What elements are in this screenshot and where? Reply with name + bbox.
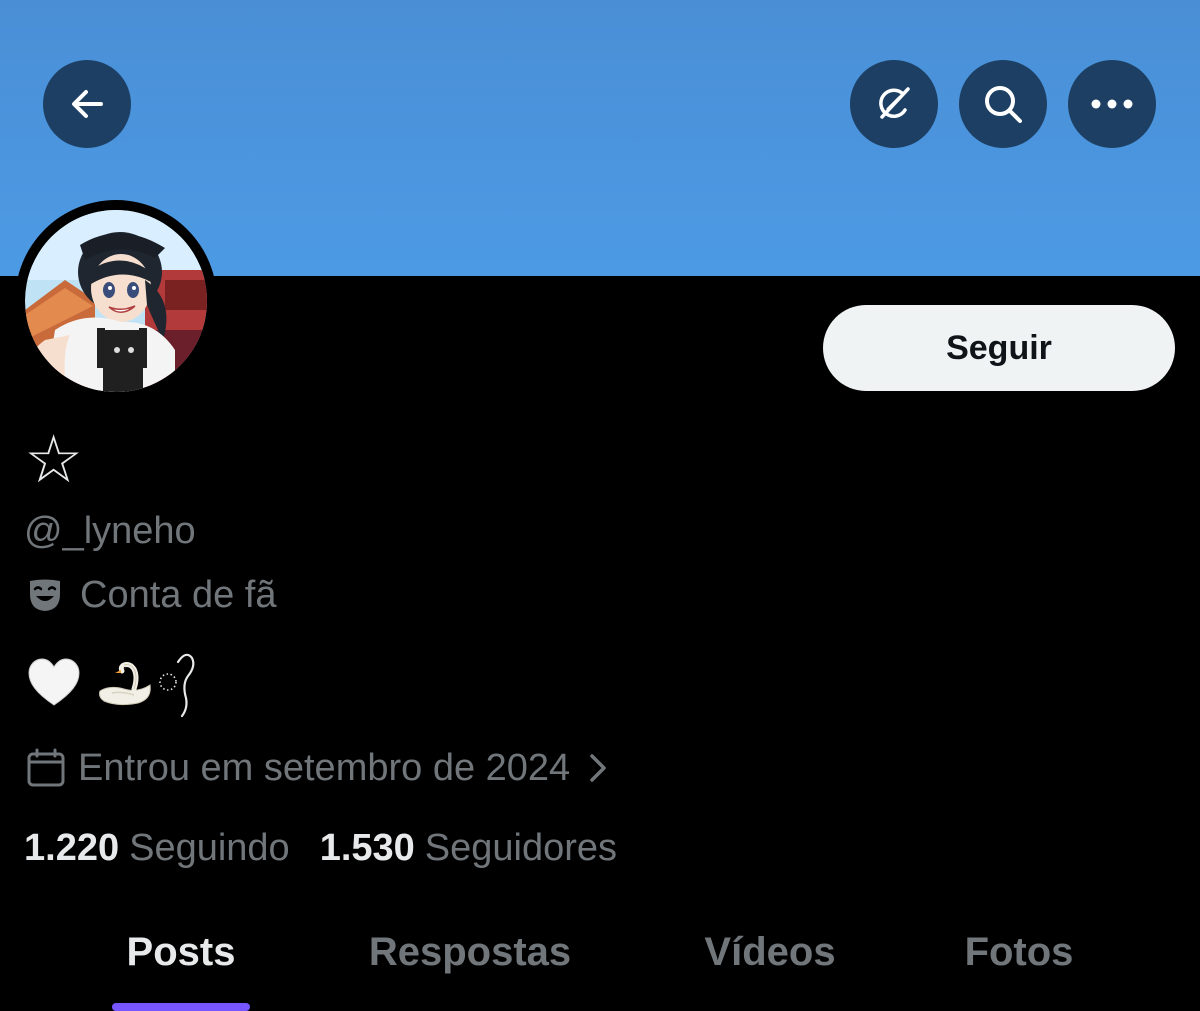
tab-fotos[interactable]: Fotos [960, 900, 1078, 1011]
profile-stats: 1.220 Seguindo 1.530 Seguidores [24, 824, 617, 872]
grok-button[interactable] [850, 60, 938, 148]
tab-fotos-label: Fotos [964, 930, 1074, 974]
more-options-button[interactable] [1068, 60, 1156, 148]
search-button[interactable] [959, 60, 1047, 148]
tab-videos[interactable]: Vídeos [698, 900, 842, 1011]
profile-tabs: Posts Respostas Vídeos Fotos [0, 900, 1200, 1011]
join-date-text: Entrou em setembro de 2024 [78, 747, 571, 789]
tab-posts[interactable]: Posts [112, 900, 250, 1011]
avatar-frame[interactable] [15, 200, 217, 402]
account-label[interactable]: Conta de fã [26, 572, 276, 618]
search-icon [985, 86, 1022, 123]
tab-respostas[interactable]: Respostas [360, 900, 580, 1011]
followers-count: 1.530 [319, 827, 415, 869]
more-horizontal-icon [1091, 99, 1133, 109]
active-tab-indicator [112, 1003, 250, 1011]
display-name: ☆ [24, 421, 84, 498]
avatar[interactable] [25, 210, 207, 392]
tab-videos-label: Vídeos [704, 930, 836, 974]
earring-icon [159, 653, 195, 718]
tab-posts-label: Posts [126, 930, 236, 974]
profile-page: Seguir ☆ @_lyneho Conta de fã Entrou em … [0, 0, 1200, 1011]
grok-icon [879, 87, 910, 119]
follow-button[interactable]: Seguir [823, 305, 1175, 391]
join-date-row[interactable]: Entrou em setembro de 2024 [26, 744, 612, 792]
username-handle: @_lyneho [24, 510, 196, 552]
swan-icon [99, 662, 151, 706]
account-label-text: Conta de fã [80, 574, 277, 616]
theater-mask-icon [30, 579, 60, 611]
followers-label: Seguidores [424, 827, 618, 869]
following-count: 1.220 [24, 827, 120, 869]
followers-link[interactable]: 1.530 Seguidores [320, 824, 617, 872]
avatar-image [25, 210, 207, 392]
calendar-icon [27, 748, 65, 787]
following-link[interactable]: 1.220 Seguindo [24, 824, 290, 872]
following-label: Seguindo [129, 827, 290, 869]
profile-bio [26, 646, 200, 720]
tab-respostas-label: Respostas [368, 930, 572, 974]
white-heart-icon [28, 658, 80, 706]
chevron-right-icon [590, 754, 606, 782]
arrow-left-icon [72, 90, 103, 118]
back-button[interactable] [43, 60, 131, 148]
